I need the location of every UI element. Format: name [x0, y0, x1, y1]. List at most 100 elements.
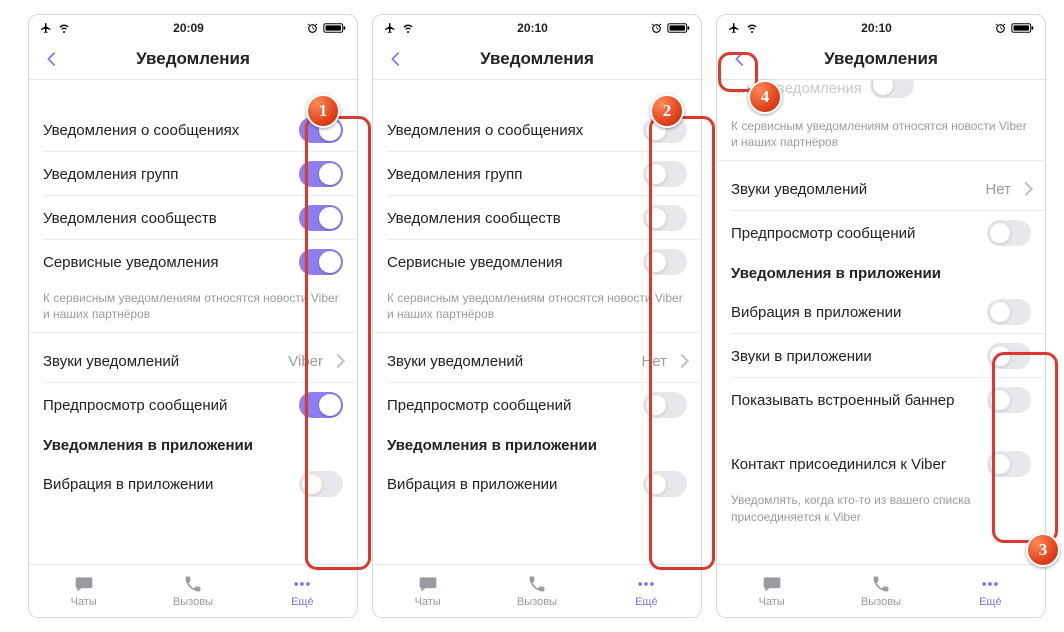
back-button[interactable] — [725, 44, 755, 74]
tab-label: Ещё — [635, 596, 658, 608]
row-label: Показывать встроенный баннер — [731, 392, 979, 409]
tab-calls[interactable]: Вызовы — [826, 565, 935, 617]
row-inapp-vibration[interactable]: Вибрация в приложении — [29, 462, 357, 506]
tab-label: Чаты — [71, 596, 97, 608]
toggle-service-notifications[interactable] — [643, 249, 687, 275]
wifi-icon — [401, 22, 415, 34]
chevron-right-icon — [1019, 182, 1033, 196]
row-service-notifications[interactable]: Сервисные уведомления — [29, 240, 357, 284]
tab-calls[interactable]: Вызовы — [482, 565, 591, 617]
row-label: Предпросмотр сообщений — [43, 397, 291, 414]
row-preview-messages[interactable]: Предпросмотр сообщений — [29, 383, 357, 427]
tab-bar: Чаты Вызовы Ещё — [373, 564, 701, 617]
alarm-icon — [306, 22, 319, 35]
page-title: Уведомления — [717, 49, 1045, 69]
row-value: Viber — [288, 353, 327, 370]
tab-bar: Чаты Вызовы Ещё — [29, 564, 357, 617]
toggle-preview-messages[interactable] — [987, 220, 1031, 246]
toggle-preview-messages[interactable] — [299, 392, 343, 418]
section-header-inapp: Уведомления в приложении — [29, 427, 357, 462]
toggle-inapp-banner[interactable] — [987, 387, 1031, 413]
annotation-badge-3: 3 — [1026, 533, 1060, 567]
status-bar: 20:10 — [373, 15, 701, 39]
phone-icon — [527, 574, 547, 594]
row-inapp-sounds[interactable]: Звуки в приложении — [717, 334, 1045, 378]
toggle-contact-joined[interactable] — [987, 451, 1031, 477]
row-contact-joined[interactable]: Контакт присоединился к Viber — [717, 442, 1045, 486]
wifi-icon — [745, 22, 759, 34]
row-notification-sounds[interactable]: Звуки уведомлений Нет — [373, 339, 701, 383]
tab-calls[interactable]: Вызовы — [138, 565, 247, 617]
annotation-badge-2: 2 — [650, 94, 684, 128]
section-footnote: К сервисным уведомлениям относятся новос… — [373, 284, 701, 333]
toggle-community-notifications[interactable] — [299, 205, 343, 231]
row-service-notifications[interactable]: Сервисные уведомления — [373, 240, 701, 284]
row-label: Контакт присоединился к Viber — [731, 456, 979, 473]
toggle-inapp-vibration[interactable] — [987, 299, 1031, 325]
toggle-group-notifications[interactable] — [643, 161, 687, 187]
tab-more[interactable]: Ещё — [936, 565, 1045, 617]
row-group-notifications[interactable]: Уведомления групп — [373, 152, 701, 196]
section-footnote: К сервисным уведомлениям относятся новос… — [29, 284, 357, 333]
page-title: Уведомления — [29, 49, 357, 69]
tab-chats[interactable]: Чаты — [373, 565, 482, 617]
chat-icon — [74, 574, 94, 594]
battery-icon — [1011, 22, 1035, 34]
row-community-notifications[interactable]: Уведомления сообществ — [29, 196, 357, 240]
row-notification-sounds[interactable]: Звуки уведомлений Viber — [29, 339, 357, 383]
row-preview-messages[interactable]: Предпросмотр сообщений — [373, 383, 701, 427]
battery-icon — [667, 22, 691, 34]
row-inapp-banner[interactable]: Показывать встроенный баннер — [717, 378, 1045, 422]
status-bar: 20:09 — [29, 15, 357, 39]
section-footnote: Уведомлять, когда кто-то из вашего списк… — [717, 486, 1045, 534]
row-label: Уведомления о сообщениях — [387, 122, 635, 139]
tab-chats[interactable]: Чаты — [717, 565, 826, 617]
toggle-partial[interactable] — [870, 80, 914, 98]
tab-label: Ещё — [979, 596, 1002, 608]
airplane-mode-icon — [727, 22, 741, 34]
tab-bar: Чаты Вызовы Ещё — [717, 564, 1045, 617]
row-label: Предпросмотр сообщений — [387, 397, 635, 414]
status-time: 20:09 — [173, 21, 204, 35]
back-button[interactable] — [381, 44, 411, 74]
tab-more[interactable]: Ещё — [248, 565, 357, 617]
tab-label: Вызовы — [517, 596, 557, 608]
row-notification-sounds[interactable]: Звуки уведомлений Нет — [717, 167, 1045, 211]
nav-header: Уведомления — [29, 39, 357, 80]
wifi-icon — [57, 22, 71, 34]
toggle-inapp-vibration[interactable] — [643, 471, 687, 497]
toggle-preview-messages[interactable] — [643, 392, 687, 418]
back-button[interactable] — [37, 44, 67, 74]
row-group-notifications[interactable]: Уведомления групп — [29, 152, 357, 196]
nav-header: Уведомления — [373, 39, 701, 80]
settings-list: Уведомления о сообщениях Уведомления гру… — [373, 80, 701, 568]
toggle-community-notifications[interactable] — [643, 205, 687, 231]
toggle-inapp-vibration[interactable] — [299, 471, 343, 497]
row-inapp-vibration[interactable]: Вибрация в приложении — [717, 290, 1045, 334]
section-footnote: К сервисным уведомлениям относятся новос… — [717, 112, 1045, 161]
row-label: Уведомления сообществ — [43, 210, 291, 227]
chevron-right-icon — [675, 354, 689, 368]
settings-list: Уведомления о сообщениях Уведомления гру… — [29, 80, 357, 568]
page-title: Уведомления — [373, 49, 701, 69]
row-label: Уведомления о сообщениях — [43, 122, 291, 139]
row-preview-messages[interactable]: Предпросмотр сообщений — [717, 211, 1045, 255]
row-label: Предпросмотр сообщений — [731, 225, 979, 242]
status-bar: 20:10 — [717, 15, 1045, 39]
toggle-inapp-sounds[interactable] — [987, 343, 1031, 369]
toggle-group-notifications[interactable] — [299, 161, 343, 187]
section-header-inapp: Уведомления в приложении — [373, 427, 701, 462]
row-inapp-vibration[interactable]: Вибрация в приложении — [373, 462, 701, 506]
row-label: Уведомления групп — [387, 166, 635, 183]
battery-icon — [323, 22, 347, 34]
toggle-service-notifications[interactable] — [299, 249, 343, 275]
settings-list: …ые уведомления К сервисным уведомлениям… — [717, 80, 1045, 568]
tab-label: Вызовы — [861, 596, 901, 608]
alarm-icon — [650, 22, 663, 35]
row-label: Звуки уведомлений — [43, 353, 288, 370]
row-community-notifications[interactable]: Уведомления сообществ — [373, 196, 701, 240]
tab-more[interactable]: Ещё — [592, 565, 701, 617]
row-label: Звуки уведомлений — [731, 181, 985, 198]
tab-chats[interactable]: Чаты — [29, 565, 138, 617]
tab-label: Вызовы — [173, 596, 213, 608]
